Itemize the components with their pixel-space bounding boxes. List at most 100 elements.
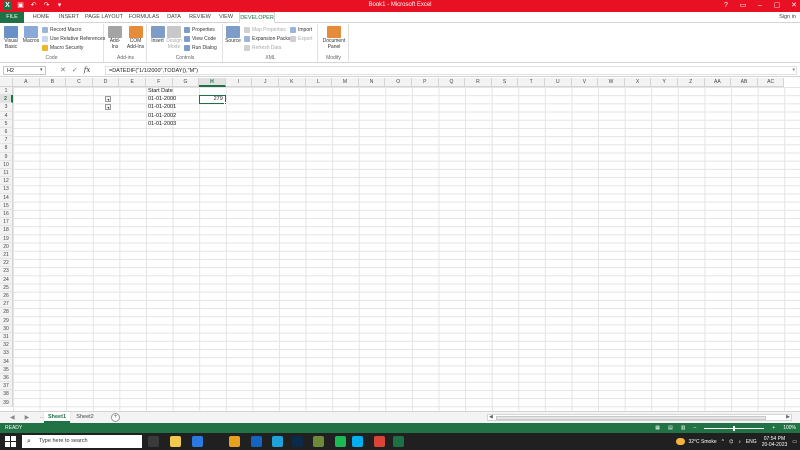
row-header-17[interactable]: 17 xyxy=(0,218,13,227)
dropdown-control-2-icon[interactable]: ▾ xyxy=(105,104,112,111)
minimize-button[interactable]: – xyxy=(756,1,764,10)
row-header-4[interactable]: 4 xyxy=(0,111,13,120)
prev-sheet-icon[interactable]: ◀ xyxy=(10,414,15,421)
close-button[interactable]: ✕ xyxy=(790,1,798,10)
macro-security-button[interactable]: Macro Security xyxy=(42,45,83,51)
import-button[interactable]: Import xyxy=(290,27,312,33)
page-layout-view-icon[interactable]: ▤ xyxy=(668,423,673,433)
sheet-tab-sheet2[interactable]: Sheet2 xyxy=(72,412,98,423)
row-header-23[interactable]: 23 xyxy=(0,267,13,276)
column-header-h[interactable]: H xyxy=(199,78,226,87)
column-header-a[interactable]: A xyxy=(13,78,40,87)
tab-formulas[interactable]: FORMULAS xyxy=(127,12,161,23)
tab-insert[interactable]: INSERT xyxy=(57,12,81,23)
column-header-g[interactable]: G xyxy=(172,78,200,87)
file-explorer-icon[interactable] xyxy=(170,436,181,447)
column-header-u[interactable]: U xyxy=(545,78,572,87)
row-header-31[interactable]: 31 xyxy=(0,333,13,342)
enter-icon[interactable]: ✓ xyxy=(72,66,78,74)
row-header-3[interactable]: 3 xyxy=(0,103,13,112)
photoshop-icon[interactable] xyxy=(292,436,303,447)
column-header-d[interactable]: D xyxy=(92,78,120,87)
insert-function-icon[interactable]: fx xyxy=(84,66,91,74)
zoom-in-button[interactable]: + xyxy=(772,423,775,433)
tab-view[interactable]: VIEW xyxy=(216,12,236,23)
horizontal-scrollbar[interactable]: ◀ ▶ xyxy=(487,414,792,421)
tab-file[interactable]: FILE xyxy=(0,12,24,23)
cell-f4[interactable]: 01-01-2002 xyxy=(148,112,176,120)
row-header-1[interactable]: 1 xyxy=(0,87,13,96)
view-code-button[interactable]: View Code xyxy=(184,36,216,42)
tab-developer[interactable]: DEVELOPER xyxy=(239,12,275,23)
tab-review[interactable]: REVIEW xyxy=(187,12,213,23)
name-box-dropdown-icon[interactable]: ▾ xyxy=(40,67,43,73)
com-add-ins-button[interactable]: COM Add-Ins xyxy=(126,26,145,50)
mail-icon[interactable] xyxy=(192,436,203,447)
column-header-e[interactable]: E xyxy=(119,78,146,87)
chrome-icon[interactable] xyxy=(229,436,240,447)
edge-icon[interactable] xyxy=(272,436,283,447)
sign-in-link[interactable]: Sign in xyxy=(779,12,796,23)
selected-cell-h2[interactable]: 279 xyxy=(199,95,226,105)
export-button[interactable]: Export xyxy=(290,36,312,42)
skype-icon[interactable] xyxy=(352,436,363,447)
row-header-14[interactable]: 14 xyxy=(0,193,13,202)
row-header-18[interactable]: 18 xyxy=(0,226,13,235)
zoom-level[interactable]: 100% xyxy=(783,423,796,433)
insert-control-button[interactable]: Insert xyxy=(150,26,165,45)
row-header-5[interactable]: 5 xyxy=(0,119,13,128)
tray-chevron-icon[interactable]: ^ xyxy=(722,439,724,445)
row-header-21[interactable]: 21 xyxy=(0,251,13,260)
document-panel-button[interactable]: Document Panel xyxy=(320,26,348,50)
volume-icon[interactable]: ♪ xyxy=(738,439,741,445)
notification-icon[interactable]: ▭ xyxy=(792,439,797,445)
task-view-icon[interactable] xyxy=(148,436,159,447)
column-header-n[interactable]: N xyxy=(358,78,386,87)
weather-widget[interactable]: 32°C Smoke xyxy=(676,438,717,445)
fill-handle[interactable] xyxy=(223,102,227,106)
row-header-6[interactable]: 6 xyxy=(0,128,13,137)
row-header-32[interactable]: 32 xyxy=(0,341,13,350)
zoom-slider[interactable] xyxy=(704,425,765,431)
row-header-38[interactable]: 38 xyxy=(0,390,13,399)
row-header-27[interactable]: 27 xyxy=(0,300,13,309)
zoom-knob[interactable] xyxy=(733,425,736,431)
column-header-t[interactable]: T xyxy=(518,78,545,87)
row-header-12[interactable]: 12 xyxy=(0,177,13,186)
language-indicator[interactable]: ENG xyxy=(746,439,757,445)
normal-view-icon[interactable]: ▦ xyxy=(655,423,660,433)
row-header-25[interactable]: 25 xyxy=(0,283,13,292)
scroll-right-icon[interactable]: ▶ xyxy=(786,414,790,420)
tab-page-layout[interactable]: PAGE LAYOUT xyxy=(84,12,124,23)
cell-f2[interactable]: 01-01-2000 xyxy=(148,95,176,103)
run-dialog-button[interactable]: Run Dialog xyxy=(184,45,217,51)
column-header-x[interactable]: X xyxy=(624,78,652,87)
use-relative-references-button[interactable]: Use Relative References xyxy=(42,36,105,42)
cell-f5[interactable]: 01-01-2003 xyxy=(148,120,176,128)
row-header-28[interactable]: 28 xyxy=(0,308,13,317)
column-header-v[interactable]: V xyxy=(571,78,599,87)
column-header-s[interactable]: S xyxy=(491,78,519,87)
row-header-36[interactable]: 36 xyxy=(0,374,13,383)
spotify-icon[interactable] xyxy=(335,436,346,447)
expansion-packs-button[interactable]: Expansion Packs xyxy=(244,36,290,42)
row-header-35[interactable]: 35 xyxy=(0,365,13,374)
column-header-l[interactable]: L xyxy=(305,78,333,87)
visual-basic-button[interactable]: Visual Basic xyxy=(3,26,19,50)
row-header-13[interactable]: 13 xyxy=(0,185,13,194)
row-header-7[interactable]: 7 xyxy=(0,136,13,145)
cell-f3[interactable]: 01-01-2001 xyxy=(148,103,176,111)
windows-start-icon[interactable] xyxy=(5,436,16,447)
cancel-icon[interactable]: ✕ xyxy=(60,66,66,74)
row-header-22[interactable]: 22 xyxy=(0,259,13,268)
tab-data[interactable]: DATA xyxy=(164,12,184,23)
row-header-11[interactable]: 11 xyxy=(0,169,13,178)
select-all-corner[interactable] xyxy=(0,78,13,87)
row-header-37[interactable]: 37 xyxy=(0,382,13,391)
scroll-left-icon[interactable]: ◀ xyxy=(489,414,493,420)
column-header-c[interactable]: C xyxy=(66,78,93,87)
add-ins-button[interactable]: Add-Ins xyxy=(107,26,123,50)
row-header-9[interactable]: 9 xyxy=(0,152,13,161)
tab-home[interactable]: HOME xyxy=(28,12,54,23)
column-header-z[interactable]: Z xyxy=(678,78,705,87)
